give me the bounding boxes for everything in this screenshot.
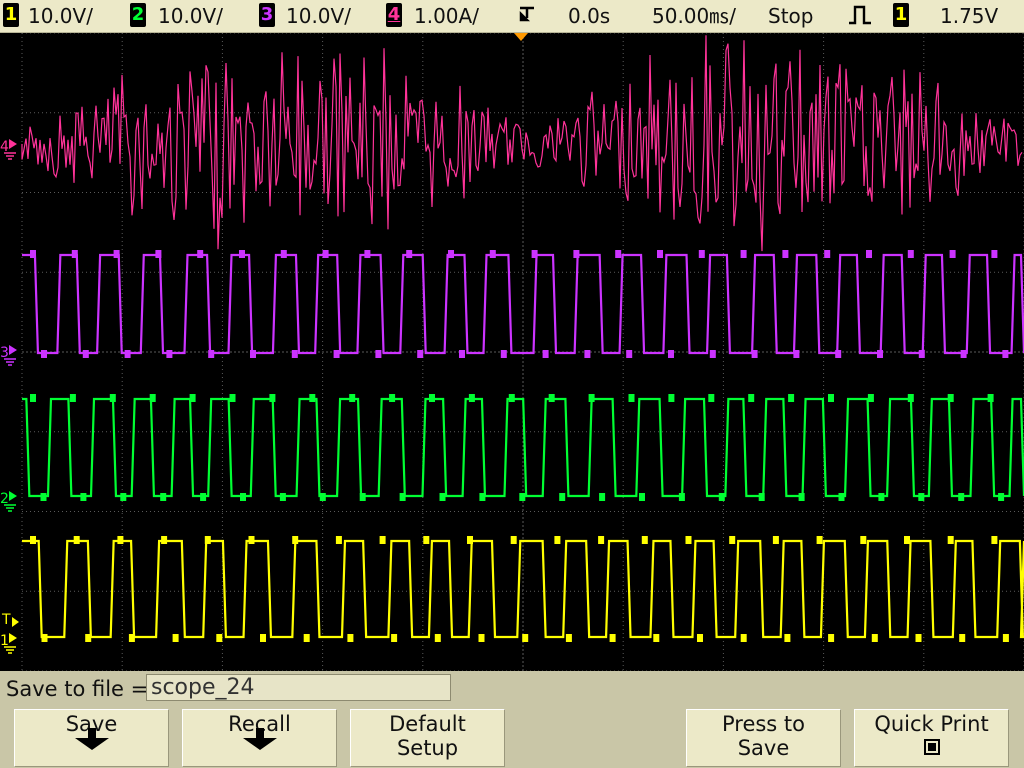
trigger-source-indicator[interactable]: 1 <box>893 3 909 27</box>
trigger-marker-label: T <box>1 612 11 628</box>
press-to-save-softkey[interactable]: Press to Save <box>686 709 841 767</box>
quick-print-softkey[interactable]: Quick Print <box>854 709 1009 767</box>
ch4-ground-marker[interactable]: 4 <box>0 139 17 160</box>
run-state[interactable]: Stop <box>768 2 813 30</box>
channel-1-scale[interactable]: 10.0V/ <box>28 2 93 30</box>
ch2-ground-marker[interactable]: 2 <box>0 491 17 512</box>
rising-edge-trigger-icon <box>849 5 871 25</box>
trigger-level-marker[interactable]: T <box>1 612 19 628</box>
channel-2-indicator[interactable]: 2 <box>130 3 146 27</box>
checkbox-icon <box>923 739 940 755</box>
channel-3-indicator[interactable]: 3 <box>259 3 275 27</box>
softkey-panel: Save to file = scope_24 Save Recall Defa… <box>0 671 1024 768</box>
ch3-ground-marker[interactable]: 3 <box>0 345 17 366</box>
time-delay[interactable]: 0.0s <box>568 2 610 30</box>
trigger-delay-icon <box>519 6 534 22</box>
channel-3-scale[interactable]: 10.0V/ <box>286 2 351 30</box>
down-arrow-icon <box>242 728 277 750</box>
recall-softkey[interactable]: Recall <box>182 709 337 767</box>
default-setup-label-line1: Default <box>389 712 466 736</box>
filename-field[interactable]: scope_24 <box>146 674 451 701</box>
save-to-file-label: Save to file = <box>6 677 149 701</box>
status-bar: 1 10.0V/ 2 10.0V/ 3 10.0V/ 4 1.00A/ 0.0s… <box>0 0 1024 33</box>
channel-4-scale[interactable]: 1.00A/ <box>414 2 479 30</box>
trigger-position-marker <box>514 33 528 41</box>
waveform-display: 4 3 2 T 1 <box>0 33 1024 671</box>
channel-2-scale[interactable]: 10.0V/ <box>158 2 223 30</box>
channel-1-indicator[interactable]: 1 <box>3 3 19 27</box>
quick-print-label: Quick Print <box>874 712 989 736</box>
save-softkey[interactable]: Save <box>14 709 169 767</box>
press-to-save-label-line2: Save <box>737 736 790 760</box>
trigger-level[interactable]: 1.75V <box>940 2 998 30</box>
default-setup-softkey[interactable]: Default Setup <box>350 709 505 767</box>
time-scale[interactable]: 50.00㎳/ <box>652 2 736 30</box>
waveform-canvas: 4 3 2 T 1 <box>0 33 1024 671</box>
channel-4-indicator[interactable]: 4 <box>386 3 402 27</box>
press-to-save-label-line1: Press to <box>721 712 806 736</box>
down-arrow-icon <box>74 728 109 750</box>
default-setup-label-line2: Setup <box>396 736 459 760</box>
ch1-ground-marker[interactable]: 1 <box>0 633 17 654</box>
